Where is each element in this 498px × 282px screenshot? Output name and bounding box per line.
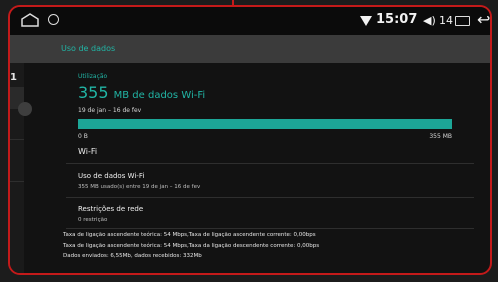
scroll-handle[interactable] [18, 102, 32, 116]
speaker-icon[interactable]: ◀) [423, 14, 436, 27]
usage-progress-fill [78, 119, 452, 129]
divider [66, 197, 474, 198]
device-screen: 15:07 ◀) 14 ↩ Uso de dados 1 Utilização … [8, 5, 492, 275]
usage-amount: 355 MB de dados Wi-Fi [78, 83, 205, 102]
home-icon[interactable] [21, 13, 39, 27]
panel-divider [10, 181, 24, 182]
status-bar: 15:07 ◀) 14 ↩ [10, 7, 490, 35]
wifi-usage-title: Uso de dados Wi-Fi [78, 172, 145, 180]
uplink-rate-line: Taxa de ligação ascendente teórica: 54 M… [63, 232, 316, 238]
usage-date-range: 19 de jan – 16 de fev [78, 107, 142, 114]
downlink-rate-line: Taxa de ligação ascendente teórica: 54 M… [63, 243, 320, 249]
circle-icon[interactable] [48, 14, 59, 25]
usage-progress-bar [78, 119, 452, 129]
app-bar: Uso de dados [10, 35, 490, 63]
panel-digit: 1 [10, 72, 17, 83]
background-panel: 1 [10, 63, 24, 273]
wifi-usage-subtitle: 355 MB usado(s) entre 19 de jan – 16 de … [78, 184, 201, 190]
data-usage-content: Utilização 355 MB de dados Wi-Fi 19 de j… [63, 63, 484, 273]
usage-number: 355 [78, 83, 109, 102]
usage-unit: MB de dados Wi-Fi [113, 90, 206, 101]
page-title: Uso de dados [61, 44, 116, 53]
divider [66, 163, 474, 164]
wifi-section-header: Wi-Fi [78, 147, 98, 156]
usage-max-label: 355 MB [429, 133, 452, 140]
divider [66, 228, 474, 229]
volume-level: 14 [439, 14, 453, 27]
network-restrictions-title: Restrições de rede [78, 205, 144, 213]
back-icon[interactable]: ↩ [477, 10, 490, 29]
clock: 15:07 [376, 12, 418, 27]
data-transferred-line: Dados enviados: 6,55Mb, dados recebidos:… [63, 253, 202, 259]
panel-divider [10, 139, 24, 140]
usage-label: Utilização [78, 73, 108, 80]
wifi-icon [360, 16, 372, 26]
usage-min-label: 0 B [78, 133, 88, 140]
network-restrictions-subtitle: 0 restrição [78, 217, 108, 223]
recent-apps-icon[interactable] [455, 16, 470, 26]
